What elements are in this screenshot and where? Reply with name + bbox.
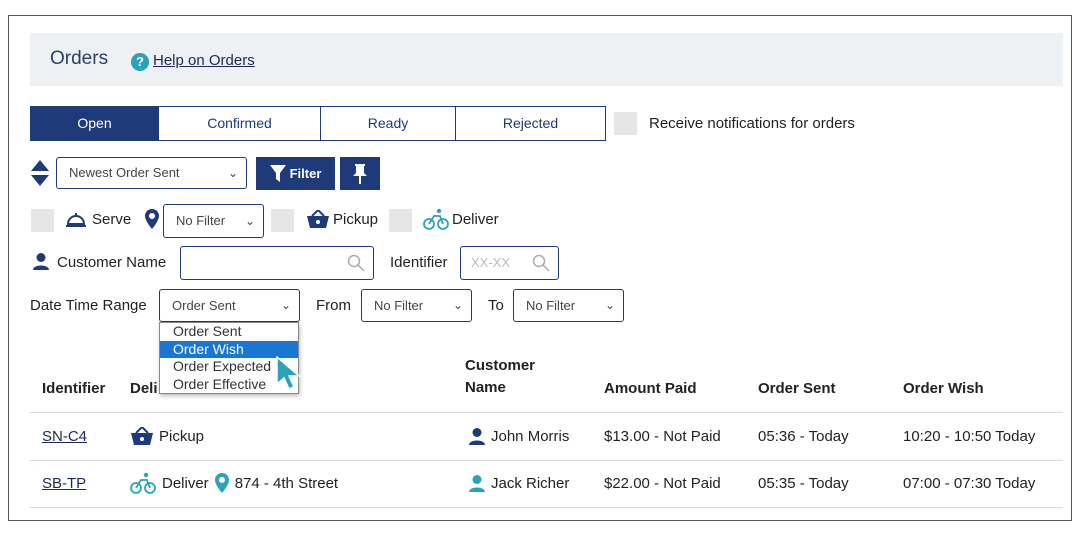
location-icon [145, 209, 159, 229]
date-range-select[interactable]: Order Sent ⌄ [159, 289, 300, 322]
filter-button-label: Filter [289, 166, 322, 181]
table-row-2-delivery: Deliver 874 - 4th Street [130, 471, 338, 495]
table-row-2-identifier: SB-TP [42, 471, 86, 495]
from-label: From [316, 297, 351, 314]
table-row-1-customer: John Morris [469, 424, 569, 448]
location-filter-value: No Filter [176, 213, 226, 228]
tab-ready[interactable]: Ready [321, 106, 456, 141]
to-select[interactable]: No Filter ⌄ [513, 289, 624, 322]
identifier-input[interactable]: XX-XX [460, 246, 559, 280]
order-link[interactable]: SN-C4 [42, 428, 87, 445]
from-select[interactable]: No Filter ⌄ [361, 289, 472, 322]
bicycle-icon [423, 208, 449, 230]
delivery-type: Pickup [159, 427, 205, 445]
tab-open[interactable]: Open [30, 106, 159, 141]
tab-confirmed[interactable]: Confirmed [159, 106, 321, 141]
deliver-label: Deliver [452, 211, 499, 228]
location-icon [214, 473, 229, 493]
chevron-down-icon: ⌄ [280, 298, 291, 312]
table-row-1-order-wish: 10:20 - 10:50 Today [903, 427, 1036, 445]
person-icon [33, 253, 49, 270]
customer-name: John Morris [491, 427, 570, 445]
search-icon [532, 254, 550, 272]
serve-label: Serve [92, 211, 132, 228]
chevron-down-icon: ⌄ [244, 214, 255, 228]
table-row-1-identifier: SN-C4 [42, 424, 87, 448]
table-row-2-amount: $22.00 - Not Paid [604, 474, 721, 492]
header-delivery: Deli [130, 380, 158, 397]
sort-select-value: Newest Order Sent [69, 165, 180, 180]
notifications-checkbox[interactable] [614, 112, 637, 135]
table-row-2-customer: Jack Richer [469, 471, 569, 495]
deliver-checkbox[interactable] [389, 209, 412, 232]
table-row-1-order-sent: 05:36 - Today [758, 427, 849, 445]
table-row-1-delivery: Pickup [131, 424, 204, 448]
pin-button[interactable] [340, 157, 380, 190]
tab-rejected[interactable]: Rejected [456, 106, 606, 141]
customer-name-label: Customer Name [57, 254, 167, 271]
to-label: To [488, 297, 504, 314]
divider [30, 412, 1063, 413]
dropdown-option-order-sent[interactable]: Order Sent [160, 323, 298, 341]
customer-name-input[interactable] [180, 246, 374, 280]
serve-checkbox[interactable] [31, 209, 54, 232]
filter-button[interactable]: Filter [256, 157, 335, 190]
person-icon [469, 474, 485, 492]
filter-icon [269, 165, 286, 182]
date-range-label: Date Time Range [30, 297, 147, 314]
customer-name: Jack Richer [491, 474, 570, 492]
serve-icon [66, 213, 86, 227]
bicycle-icon [130, 472, 156, 494]
header-order-wish: Order Wish [903, 380, 984, 397]
header-customer-name: Customer Name [465, 355, 535, 399]
chevron-down-icon: ⌄ [227, 166, 238, 180]
sort-icon[interactable] [31, 160, 49, 186]
header-order-sent: Order Sent [758, 380, 836, 397]
chevron-down-icon: ⌄ [452, 298, 463, 312]
sort-select[interactable]: Newest Order Sent ⌄ [56, 157, 247, 189]
pickup-checkbox[interactable] [271, 209, 294, 232]
divider [30, 507, 1063, 508]
page-title: Orders [50, 48, 109, 69]
header-amount-paid: Amount Paid [604, 380, 697, 397]
header-customer-line2: Name [465, 379, 506, 396]
pin-icon [353, 163, 367, 184]
pickup-label: Pickup [333, 211, 379, 228]
date-range-value: Order Sent [172, 298, 236, 313]
notifications-label: Receive notifications for orders [649, 115, 855, 132]
to-value: No Filter [526, 298, 576, 313]
from-value: No Filter [374, 298, 424, 313]
table-row-2-order-wish: 07:00 - 07:30 Today [903, 474, 1036, 492]
table-row-1-amount: $13.00 - Not Paid [604, 427, 721, 445]
divider [30, 460, 1063, 461]
chevron-down-icon: ⌄ [604, 298, 615, 312]
person-icon [469, 427, 485, 445]
delivery-address: 874 - 4th Street [234, 474, 339, 492]
help-icon[interactable]: ? [131, 53, 149, 71]
mouse-pointer-icon [276, 356, 301, 390]
order-link[interactable]: SB-TP [42, 475, 86, 492]
basket-icon [307, 210, 329, 228]
identifier-placeholder: XX-XX [471, 255, 511, 270]
search-icon [347, 254, 365, 272]
location-filter-select[interactable]: No Filter ⌄ [163, 204, 264, 238]
order-tabs: Open Confirmed Ready Rejected [30, 106, 606, 141]
header-customer-line1: Customer [465, 357, 536, 374]
header-identifier: Identifier [42, 380, 106, 397]
table-row-2-order-sent: 05:35 - Today [758, 474, 849, 492]
identifier-label: Identifier [390, 254, 448, 271]
help-link[interactable]: Help on Orders [153, 52, 255, 69]
delivery-type: Deliver [162, 474, 209, 492]
basket-icon [131, 427, 153, 445]
